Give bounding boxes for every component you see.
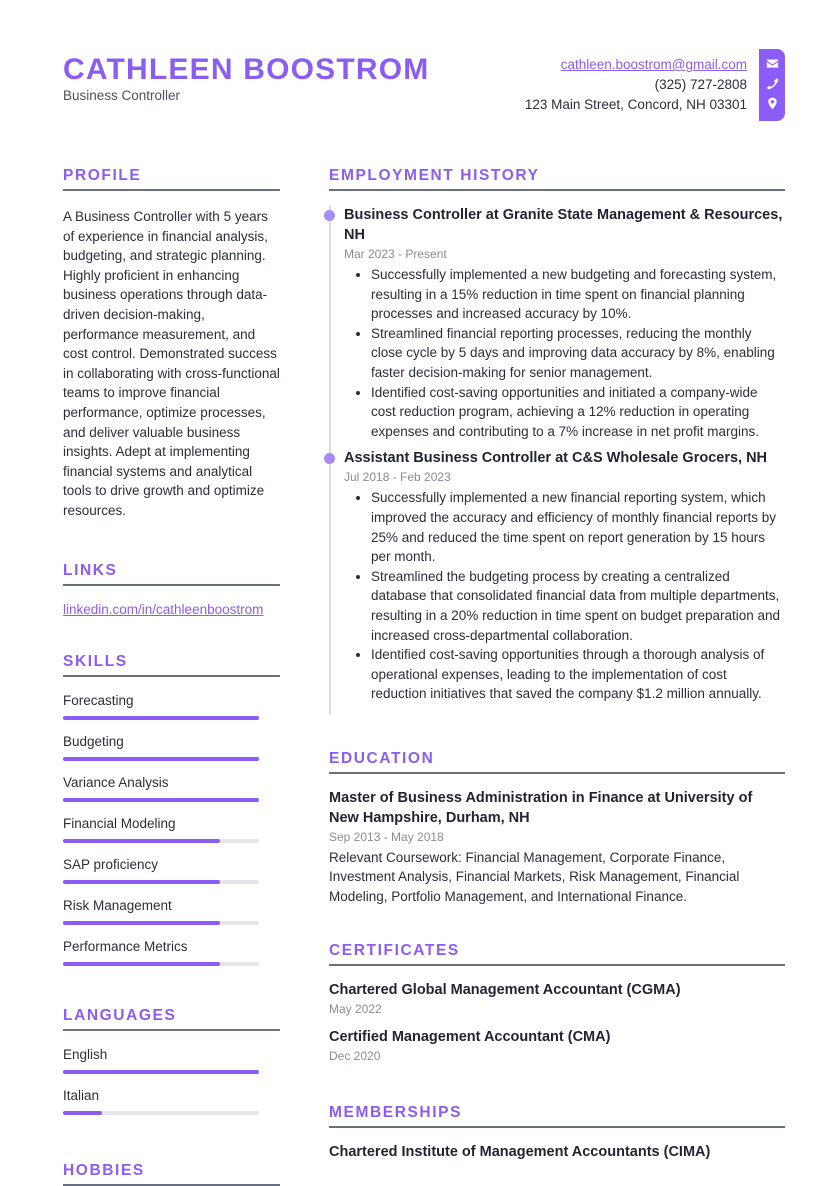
rating-label: Risk Management: [63, 897, 172, 913]
job-title: Business Controller: [63, 88, 181, 103]
rating-item: SAP proficiency: [63, 855, 280, 884]
job-achievements: Successfully implemented a new budgeting…: [344, 265, 785, 441]
candidate-name: CATHLEEN BOOSTROM: [63, 53, 430, 86]
achievement-item: Identified cost-saving opportunities thr…: [371, 645, 785, 704]
languages-section: LANGUAGES English Italian: [63, 1006, 280, 1115]
job-achievements: Successfully implemented a new financial…: [344, 488, 785, 704]
education-dates: Sep 2013 - May 2018: [329, 829, 444, 844]
right-column: EMPLOYMENT HISTORY Business Controller a…: [324, 166, 785, 1162]
degree-title: Master of Business Administration in Fin…: [329, 789, 753, 826]
languages-list: English Italian: [63, 1045, 280, 1115]
rating-label: Financial Modeling: [63, 815, 176, 831]
certificate-title: Chartered Global Management Accountant (…: [329, 981, 681, 998]
rating-bar-fill: [63, 797, 259, 802]
rating-bar-track: [63, 1110, 259, 1115]
timeline-dot-icon: [324, 210, 335, 221]
achievement-item: Successfully implemented a new financial…: [371, 488, 785, 566]
contact-icon-bar: [759, 49, 785, 121]
languages-heading: LANGUAGES: [63, 1006, 280, 1031]
coursework-text: Relevant Coursework: Financial Managemen…: [329, 849, 740, 905]
memberships-heading: MEMBERSHIPS: [329, 1103, 785, 1128]
rating-label: English: [63, 1046, 108, 1062]
rating-item: Performance Metrics: [63, 937, 280, 966]
email-link[interactable]: cathleen.boostrom@gmail.com: [561, 57, 747, 72]
links-heading: LINKS: [63, 561, 280, 586]
hobbies-section: HOBBIES: [63, 1161, 280, 1186]
left-column: PROFILE A Business Controller with 5 yea…: [63, 166, 280, 1186]
rating-item: Risk Management: [63, 896, 280, 925]
certificate-title: Certified Management Accountant (CMA): [329, 1028, 611, 1045]
profile-section: PROFILE A Business Controller with 5 yea…: [63, 166, 280, 521]
achievement-item: Identified cost-saving opportunities and…: [371, 383, 785, 442]
education-entry: Master of Business Administration in Fin…: [329, 788, 785, 907]
rating-label: Italian: [63, 1087, 100, 1103]
rating-bar-track: [63, 838, 259, 843]
rating-item: English: [63, 1045, 280, 1074]
rating-bar-fill: [63, 1069, 259, 1074]
skills-heading: SKILLS: [63, 652, 280, 677]
rating-bar-fill: [63, 838, 220, 843]
certificate-entry: Certified Management Accountant (CMA) De…: [329, 1027, 785, 1065]
rating-bar-track: [63, 879, 259, 884]
education-section: EDUCATION Master of Business Administrat…: [329, 749, 785, 907]
rating-bar-track: [63, 920, 259, 925]
rating-item: Variance Analysis: [63, 773, 280, 802]
rating-bar-track: [63, 756, 259, 761]
rating-bar-fill: [63, 715, 259, 720]
job-dates: Jul 2018 - Feb 2023: [344, 470, 451, 485]
achievement-item: Streamlined the budgeting process by cre…: [371, 567, 785, 645]
map-pin-icon: [765, 95, 779, 111]
envelope-icon: [765, 55, 779, 71]
job-entry: Business Controller at Granite State Man…: [324, 205, 785, 441]
rating-bar-fill: [63, 920, 220, 925]
rating-item: Italian: [63, 1086, 280, 1115]
achievement-item: Successfully implemented a new budgeting…: [371, 265, 785, 324]
rating-item: Forecasting: [63, 691, 280, 720]
phone-number: (325) 727-2808: [654, 77, 747, 92]
education-heading: EDUCATION: [329, 749, 785, 774]
rating-label: Variance Analysis: [63, 774, 169, 790]
certificate-entry: Chartered Global Management Accountant (…: [329, 980, 785, 1018]
job-entry: Assistant Business Controller at C&S Who…: [324, 448, 785, 704]
certificates-section: CERTIFICATES Chartered Global Management…: [329, 941, 785, 1065]
rating-label: Forecasting: [63, 692, 134, 708]
membership-entry: Chartered Institute of Management Accoun…: [329, 1142, 785, 1162]
rating-bar-track: [63, 715, 259, 720]
rating-bar-track: [63, 1069, 259, 1074]
rating-item: Budgeting: [63, 732, 280, 761]
links-section: LINKS linkedin.com/in/cathleenboostrom: [63, 561, 280, 617]
rating-bar-fill: [63, 1110, 103, 1115]
contact-info: cathleen.boostrom@gmail.com (325) 727-28…: [525, 55, 747, 115]
certificate-date: Dec 2020: [329, 1048, 381, 1063]
job-title: Business Controller at Granite State Man…: [344, 207, 783, 243]
achievement-item: Streamlined financial reporting processe…: [371, 324, 785, 383]
rating-item: Financial Modeling: [63, 814, 280, 843]
employment-section: EMPLOYMENT HISTORY Business Controller a…: [324, 166, 785, 715]
skills-section: SKILLS Forecasting Budgeting Variance Anal…: [63, 652, 280, 966]
rating-label: Budgeting: [63, 733, 124, 749]
address: 123 Main Street, Concord, NH 03301: [524, 97, 747, 112]
rating-bar-fill: [63, 961, 220, 966]
phone-icon: [765, 75, 779, 91]
certificate-date: May 2022: [329, 1001, 382, 1016]
certificates-heading: CERTIFICATES: [329, 941, 785, 966]
rating-bar-fill: [63, 879, 220, 884]
timeline-dot-icon: [324, 453, 335, 465]
rating-bar-track: [63, 797, 259, 802]
membership-title: Chartered Institute of Management Accoun…: [329, 1143, 711, 1160]
rating-bar-track: [63, 961, 259, 966]
rating-bar-fill: [63, 756, 259, 761]
profile-heading: PROFILE: [63, 166, 280, 191]
skills-list: Forecasting Budgeting Variance Analysis Fin…: [63, 691, 280, 966]
linkedin-link[interactable]: linkedin.com/in/cathleenboostrom: [63, 602, 280, 617]
rating-label: SAP proficiency: [63, 856, 159, 872]
hobbies-heading: HOBBIES: [63, 1161, 280, 1186]
job-dates: Mar 2023 - Present: [344, 247, 447, 261]
employment-heading: EMPLOYMENT HISTORY: [329, 166, 785, 191]
rating-label: Performance Metrics: [63, 938, 188, 954]
profile-text: A Business Controller with 5 years of ex…: [63, 209, 280, 518]
job-title: Assistant Business Controller at C&S Who…: [344, 450, 768, 467]
employment-timeline: Business Controller at Granite State Man…: [324, 205, 785, 715]
memberships-section: MEMBERSHIPS Chartered Institute of Manag…: [329, 1103, 785, 1162]
